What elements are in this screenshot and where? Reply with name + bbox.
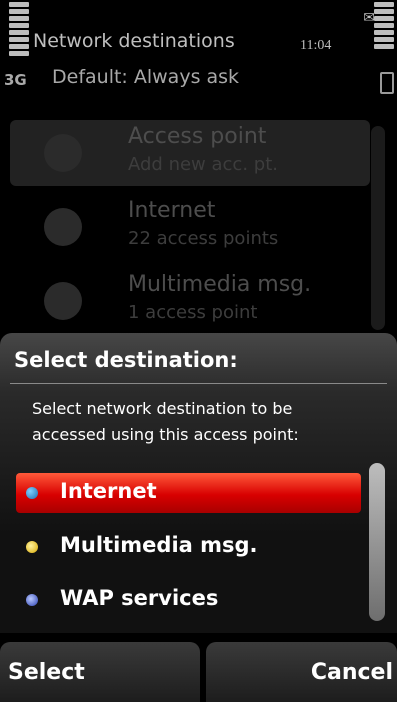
list-scrollbar[interactable] [371,126,385,330]
option-wap-services[interactable]: WAP services [16,580,361,620]
select-button[interactable]: Select [0,642,200,702]
status-title: Network destinations [33,30,235,52]
list-item-multimedia[interactable]: Multimedia msg. 1 access point [10,268,370,334]
dialog-scrollbar[interactable] [369,463,385,621]
list-item-access-point[interactable]: Access point Add new acc. pt. [10,120,370,186]
mms-icon [26,541,38,553]
network-type-indicator: 3G [4,71,27,89]
wap-icon [26,594,38,606]
dialog-divider [10,383,387,384]
list-item-subtitle: Add new acc. pt. [128,154,278,175]
globe-icon [44,208,82,246]
option-multimedia-msg[interactable]: Multimedia msg. [16,527,361,567]
signal-strength-icon [9,2,29,66]
option-label: Internet [60,479,157,503]
softkey-bar: Select Cancel [0,642,397,702]
default-row: 3G Default: Always ask [0,66,397,94]
globe-icon [26,487,38,499]
list-item-title: Access point [128,124,267,149]
list-item-internet[interactable]: Internet 22 access points [10,194,370,260]
battery-icon [380,72,394,94]
list-item-title: Internet [128,198,216,223]
clock: 11:04 [300,38,332,53]
cancel-button[interactable]: Cancel [206,642,397,702]
list-item-title: Multimedia msg. [128,272,312,297]
battery-level-icon [374,2,394,56]
list-item-subtitle: 22 access points [128,228,279,249]
option-label: WAP services [60,586,219,610]
select-button-label: Select [8,660,85,685]
dialog-title: Select destination: [14,348,238,372]
list-item-subtitle: 1 access point [128,302,258,323]
destination-list: Access point Add new acc. pt. Internet 2… [0,118,397,333]
select-destination-dialog: Select destination: Select network desti… [0,333,397,633]
cancel-button-label: Cancel [310,660,393,685]
dialog-description: Select network destination to be accesse… [32,399,299,444]
option-internet[interactable]: Internet [16,473,361,513]
option-label: Multimedia msg. [60,533,258,557]
access-point-icon [44,134,82,172]
default-setting: Default: Always ask [52,66,240,88]
mms-icon [44,282,82,320]
